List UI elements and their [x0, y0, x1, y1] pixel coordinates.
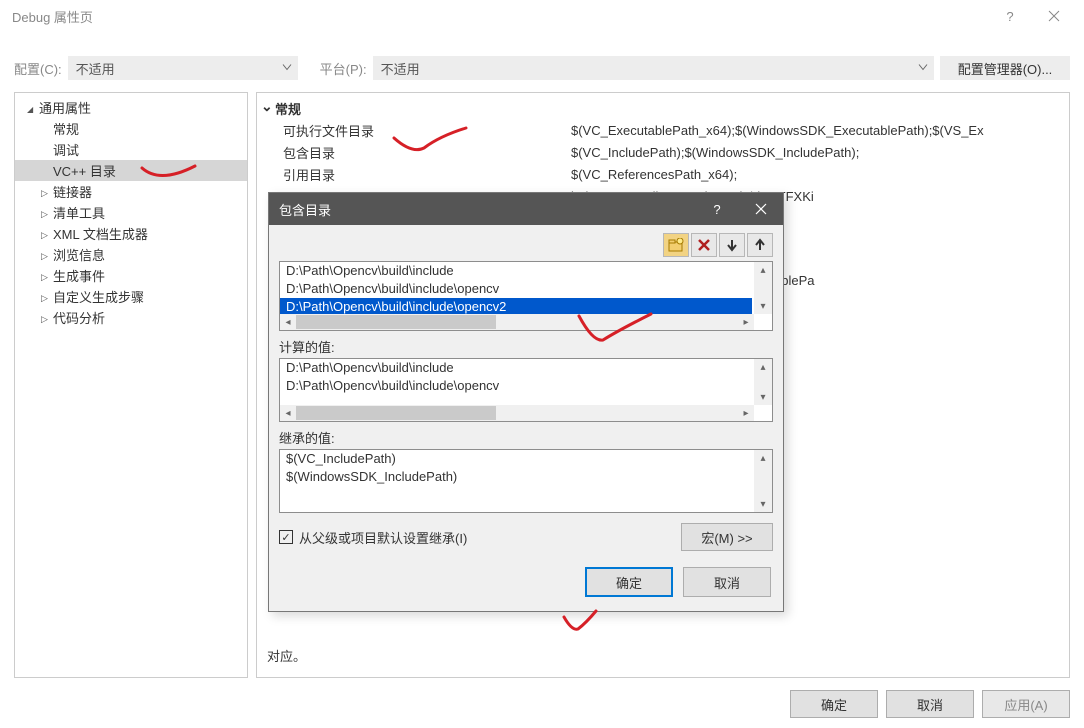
- arrow-up-icon: [753, 238, 767, 252]
- platform-value: 不适用: [381, 59, 420, 78]
- move-up-button[interactable]: [747, 233, 773, 257]
- expand-icon: [41, 268, 53, 283]
- list-item: $(VC_IncludePath): [280, 450, 772, 468]
- vertical-scrollbar[interactable]: ▴ ▾: [754, 359, 772, 405]
- config-label: 配置(C):: [14, 59, 62, 78]
- tree-item[interactable]: 浏览信息: [15, 244, 247, 265]
- scroll-right-icon: ▸: [738, 314, 754, 330]
- window-title: Debug 属性页: [12, 7, 988, 26]
- collapse-icon: [261, 100, 275, 117]
- list-item: $(WindowsSDK_IncludePath): [280, 468, 772, 486]
- expand-icon: [41, 289, 53, 304]
- nav-tree: 通用属性 常规 调试 VC++ 目录 链接器 清单工具 XML 文档生成器 浏览…: [14, 92, 248, 678]
- expand-icon: [41, 184, 53, 199]
- calculated-label: 计算的值:: [279, 337, 773, 356]
- property-row[interactable]: 可执行文件目录$(VC_ExecutablePath_x64);$(Window…: [261, 119, 1069, 141]
- move-down-button[interactable]: [719, 233, 745, 257]
- list-item: D:\Path\Opencv\build\include\opencv: [280, 377, 772, 395]
- cancel-button[interactable]: 取消: [683, 567, 771, 597]
- property-note: 对应。: [267, 646, 306, 665]
- config-dropdown[interactable]: 不适用: [68, 56, 298, 80]
- close-icon: [755, 203, 767, 215]
- scroll-up-icon: ▴: [755, 262, 771, 278]
- platform-label: 平台(P):: [320, 59, 367, 78]
- dialog-title: 包含目录: [279, 200, 331, 219]
- tree-item[interactable]: 代码分析: [15, 307, 247, 328]
- macros-button[interactable]: 宏(M) >>: [681, 523, 773, 551]
- expand-icon: [41, 226, 53, 241]
- vertical-scrollbar[interactable]: ▴ ▾: [754, 450, 772, 512]
- dialog-toolbar: [269, 225, 783, 261]
- expand-icon: [41, 247, 53, 262]
- inherited-values-box: $(VC_IncludePath) $(WindowsSDK_IncludePa…: [279, 449, 773, 513]
- cancel-button[interactable]: 取消: [886, 690, 974, 718]
- scroll-down-icon: ▾: [755, 389, 771, 405]
- property-row[interactable]: 包含目录$(VC_IncludePath);$(WindowsSDK_Inclu…: [261, 141, 1069, 163]
- tree-item[interactable]: 清单工具: [15, 202, 247, 223]
- config-manager-button[interactable]: 配置管理器(O)...: [940, 56, 1070, 80]
- chevron-down-icon: [282, 61, 292, 76]
- scroll-left-icon: ◂: [280, 314, 296, 330]
- tree-item[interactable]: 常规: [15, 118, 247, 139]
- close-button[interactable]: [1032, 0, 1076, 32]
- scroll-up-icon: ▴: [755, 450, 771, 466]
- config-value: 不适用: [76, 59, 115, 78]
- vertical-scrollbar[interactable]: ▴ ▾: [754, 262, 772, 314]
- inherit-checkbox-row: ✓ 从父级或项目默认设置继承(I) 宏(M) >>: [279, 523, 773, 551]
- dialog-button-bar: 确定 取消: [269, 563, 783, 611]
- scroll-up-icon: ▴: [755, 359, 771, 375]
- dialog-button-bar: 确定 取消 应用(A): [0, 690, 1070, 718]
- window-titlebar: Debug 属性页 ?: [0, 0, 1084, 32]
- inherit-checkbox[interactable]: ✓: [279, 530, 293, 544]
- list-item[interactable]: D:\Path\Opencv\build\include\opencv: [280, 280, 752, 298]
- property-row[interactable]: 引用目录$(VC_ReferencesPath_x64);: [261, 163, 1069, 185]
- delete-icon: [697, 238, 711, 252]
- scrollbar-thumb[interactable]: [296, 406, 496, 420]
- list-item: D:\Path\Opencv\build\include: [280, 359, 772, 377]
- tree-item[interactable]: 生成事件: [15, 265, 247, 286]
- ok-button[interactable]: 确定: [585, 567, 673, 597]
- tree-item[interactable]: 链接器: [15, 181, 247, 202]
- property-group-header[interactable]: 常规: [261, 97, 1069, 119]
- ok-button[interactable]: 确定: [790, 690, 878, 718]
- scroll-down-icon: ▾: [755, 496, 771, 512]
- help-button[interactable]: ?: [988, 0, 1032, 32]
- dialog-close-button[interactable]: [739, 193, 783, 225]
- delete-button[interactable]: [691, 233, 717, 257]
- arrow-down-icon: [725, 238, 739, 252]
- tree-root-label: 通用属性: [39, 98, 91, 117]
- list-item[interactable]: D:\Path\Opencv\build\include: [280, 262, 752, 280]
- dialog-titlebar: 包含目录 ?: [269, 193, 783, 225]
- apply-button[interactable]: 应用(A): [982, 690, 1070, 718]
- tree-item[interactable]: 自定义生成步骤: [15, 286, 247, 307]
- expand-icon: [41, 205, 53, 220]
- inherited-label: 继承的值:: [279, 428, 773, 447]
- horizontal-scrollbar[interactable]: ◂ ▸: [280, 405, 754, 421]
- folder-new-icon: [668, 238, 684, 252]
- inherit-checkbox-label: 从父级或项目默认设置继承(I): [299, 528, 467, 547]
- chevron-down-icon: [918, 61, 928, 76]
- new-folder-button[interactable]: [663, 233, 689, 257]
- platform-dropdown[interactable]: 不适用: [373, 56, 934, 80]
- tree-root[interactable]: 通用属性: [15, 97, 247, 118]
- scroll-left-icon: ◂: [280, 405, 296, 421]
- horizontal-scrollbar[interactable]: ◂ ▸: [280, 314, 754, 330]
- tree-item[interactable]: XML 文档生成器: [15, 223, 247, 244]
- expand-icon: [41, 310, 53, 325]
- scroll-down-icon: ▾: [755, 298, 771, 314]
- tree-item-selected[interactable]: VC++ 目录: [15, 160, 247, 181]
- scrollbar-thumb[interactable]: [296, 315, 496, 329]
- close-icon: [1048, 10, 1060, 22]
- calculated-values-box: D:\Path\Opencv\build\include D:\Path\Ope…: [279, 358, 773, 422]
- scroll-right-icon: ▸: [738, 405, 754, 421]
- tree-item[interactable]: 调试: [15, 139, 247, 160]
- expand-icon: [27, 100, 39, 115]
- config-row: 配置(C): 不适用 平台(P): 不适用 配置管理器(O)...: [0, 32, 1084, 90]
- dialog-help-button[interactable]: ?: [695, 193, 739, 225]
- paths-listbox[interactable]: D:\Path\Opencv\build\include D:\Path\Ope…: [279, 261, 773, 331]
- include-dirs-dialog: 包含目录 ? D:\Path\Opencv\build\include D:\P…: [268, 192, 784, 612]
